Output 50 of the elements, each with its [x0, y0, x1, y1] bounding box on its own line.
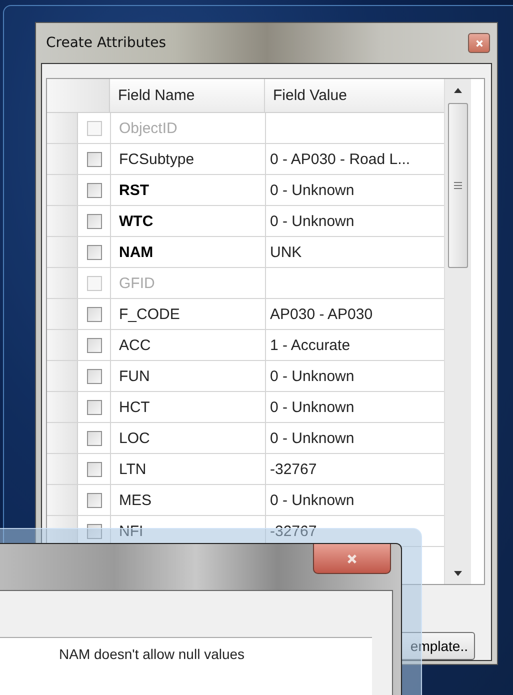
field-name-cell: ObjectID — [111, 113, 266, 143]
column-header[interactable]: Field Name — [110, 79, 265, 112]
field-name-cell: LTN — [111, 454, 266, 484]
grip-icon — [454, 182, 462, 189]
field-value-cell[interactable]: 0 - Unknown — [266, 485, 444, 515]
field-name-cell: NAM — [111, 237, 266, 267]
close-icon — [474, 38, 484, 48]
checkbox[interactable] — [86, 400, 102, 414]
field-name-cell: FCSubtype — [111, 144, 266, 174]
field-name-cell: WTC — [111, 206, 266, 236]
scroll-thumb[interactable] — [448, 103, 468, 268]
field-name-cell: RST — [111, 175, 266, 205]
template-button[interactable]: emplate.. — [399, 632, 475, 660]
window-title: Create Attributes — [46, 35, 166, 51]
checkbox[interactable] — [86, 214, 102, 228]
field-name-cell: ACC — [111, 330, 266, 360]
scrollbar[interactable] — [444, 79, 471, 584]
field-name-cell: MES — [111, 485, 266, 515]
checkbox[interactable] — [86, 492, 102, 508]
field-value-cell[interactable]: 0 - Unknown — [266, 361, 444, 391]
field-value-cell[interactable]: 0 - AP030 - Road L... — [266, 144, 444, 174]
checkbox[interactable] — [86, 524, 102, 538]
field-value-cell[interactable]: 0 - Unknown — [266, 206, 444, 236]
checkbox[interactable] — [86, 244, 102, 260]
field-value-cell[interactable]: 0 - Unknown — [266, 423, 444, 453]
row-header[interactable] — [47, 516, 78, 546]
close-button[interactable] — [313, 544, 391, 574]
checkbox[interactable] — [86, 182, 102, 198]
checkbox[interactable] — [86, 306, 102, 322]
field-value-cell[interactable]: 0 - Unknown — [266, 175, 444, 205]
close-icon — [346, 552, 358, 564]
field-name-cell: F_CODE — [111, 299, 266, 329]
field-value-cell[interactable]: AP030 - AP030 — [266, 299, 444, 329]
field-name-cell: LOC — [111, 423, 266, 453]
field-name-cell: FUN — [111, 361, 266, 391]
field-value-cell[interactable]: 0 - Unknown — [266, 392, 444, 422]
field-value-cell[interactable]: 1 - Accurate — [266, 330, 444, 360]
scroll-up-icon[interactable] — [454, 88, 462, 92]
field-value-cell[interactable]: UNK — [266, 237, 444, 267]
checkbox[interactable] — [86, 462, 102, 476]
error-message: NAM doesn't allow null values — [0, 637, 372, 695]
field-name-cell: HCT — [111, 392, 266, 422]
checkbox[interactable] — [86, 368, 102, 384]
scroll-down-icon[interactable] — [454, 570, 462, 576]
checkbox[interactable] — [86, 152, 102, 166]
field-value-cell[interactable]: -32767 — [266, 454, 444, 484]
checkbox[interactable] — [86, 430, 102, 446]
checkbox[interactable] — [86, 338, 102, 352]
close-button[interactable] — [468, 33, 490, 53]
field-name-cell: GFID — [111, 268, 266, 298]
